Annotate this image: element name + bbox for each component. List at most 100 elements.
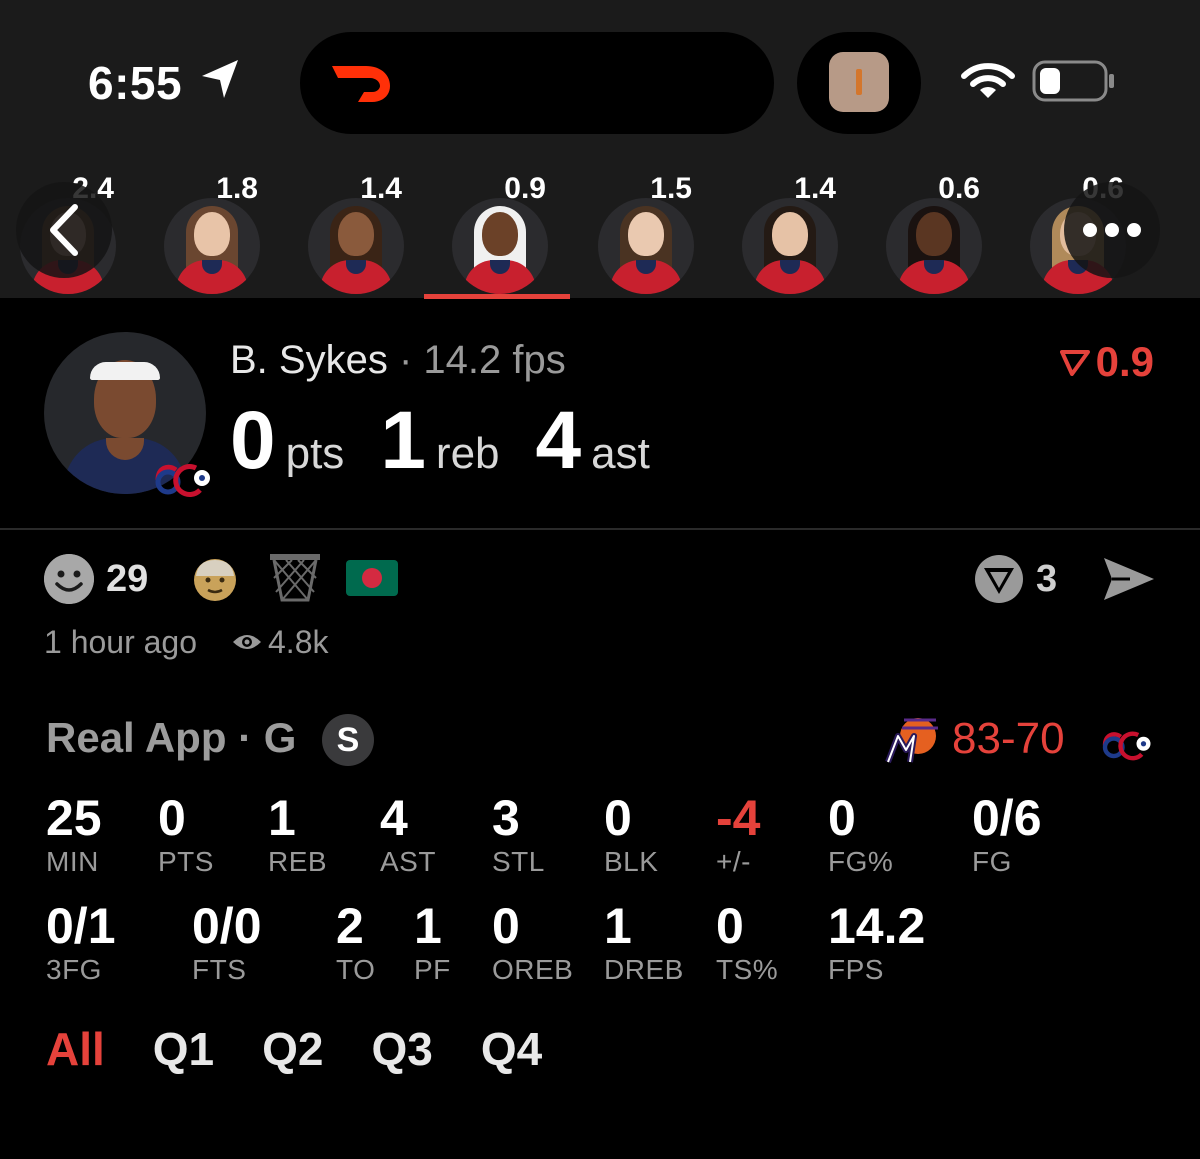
status-time: 6:55: [88, 57, 183, 109]
carousel-player-avatar: [742, 198, 838, 294]
reaction-count: 29: [106, 558, 149, 600]
dynamic-island[interactable]: [300, 32, 774, 134]
stat-label: AST: [380, 846, 436, 877]
stat-3fg: 0/1 3FG: [46, 898, 116, 986]
stat-: -4 +/-: [716, 790, 760, 878]
carousel-player-3[interactable]: 1.4: [276, 164, 420, 298]
stat-label: PF: [414, 954, 451, 985]
fps-delta-value: 0.9: [1095, 338, 1154, 385]
stat-value: 14.2: [828, 898, 926, 954]
post-time: 1 hour ago: [44, 624, 198, 660]
starter-badge: S: [322, 714, 374, 766]
mercury-logo-icon: [885, 718, 938, 764]
headline-pts-value: 0: [230, 395, 276, 486]
stat-to: 2 TO: [336, 898, 375, 986]
status-bar: 6:55: [0, 0, 1200, 150]
league-label: Real App · G: [46, 714, 297, 761]
stat-label: PTS: [158, 846, 214, 877]
stat-dreb: 1 DREB: [604, 898, 684, 986]
stat-value: 0: [828, 790, 856, 846]
carousel-player-avatar: [308, 198, 404, 294]
stat-value: 0: [604, 790, 632, 846]
carousel-player-6[interactable]: 1.4: [710, 164, 854, 298]
stat-value: 4: [380, 790, 408, 846]
stat-fts: 0/0 FTS: [192, 898, 262, 986]
tab-all[interactable]: All: [46, 1022, 105, 1082]
stat-label: DREB: [604, 954, 684, 985]
stat-fg: 0 FG%: [828, 790, 893, 878]
tab-q1[interactable]: Q1: [153, 1022, 214, 1082]
tab-q3[interactable]: Q3: [372, 1022, 433, 1082]
tab-q2[interactable]: Q2: [262, 1022, 323, 1082]
player-carousel: 2.41.81.40.91.51.40.60.6: [0, 150, 1200, 299]
carousel-player-avatar: [886, 198, 982, 294]
stat-pf: 1 PF: [414, 898, 451, 986]
old-man-emoji-icon[interactable]: [190, 552, 240, 606]
stat-label: FPS: [828, 954, 884, 985]
headline-reb-value: 1: [380, 395, 426, 486]
tab-q4[interactable]: Q4: [481, 1022, 542, 1082]
player-name-line: B. Sykes · 14.2 fps: [230, 338, 566, 383]
player-card[interactable]: B. Sykes · 14.2 fps 0.9 0 pts 1 reb 4 as…: [0, 298, 1200, 530]
stat-value: 0: [716, 898, 744, 954]
carousel-player-5[interactable]: 1.5: [566, 164, 710, 298]
eye-icon: [233, 635, 261, 649]
stat-label: REB: [268, 846, 328, 877]
mystics-logo-icon: [1102, 731, 1151, 761]
player-name: B. Sykes: [230, 338, 388, 382]
headline-reb-unit: reb: [435, 429, 500, 478]
stat-label: FG: [972, 846, 1012, 877]
carousel-player-avatar: [452, 198, 548, 294]
battery-icon: [1032, 60, 1114, 102]
stat-label: TS%: [716, 954, 779, 985]
stat-value: 0/6: [972, 790, 1042, 846]
stat-value: 0: [492, 898, 520, 954]
carousel-player-avatar: [598, 198, 694, 294]
stat-label: TO: [336, 954, 376, 985]
stat-value: 3: [492, 790, 520, 846]
game-header: Real App · G S 83-70: [0, 710, 1200, 770]
stat-value: 25: [46, 790, 102, 846]
bangladesh-flag-icon[interactable]: [346, 560, 398, 596]
stat-label: 3FG: [46, 954, 102, 985]
view-count: 4.8k: [268, 624, 329, 660]
headline-stats: 0 pts 1 reb 4 ast: [230, 394, 686, 488]
basketball-net-icon[interactable]: [268, 552, 322, 604]
vote-icon[interactable]: [972, 554, 1026, 604]
down-delta-icon: [1059, 350, 1090, 376]
stat-label: FTS: [192, 954, 247, 985]
more-options-button[interactable]: [1064, 182, 1160, 278]
headline-ast-unit: ast: [591, 429, 650, 478]
stat-stl: 3 STL: [492, 790, 545, 878]
stat-value: -4: [716, 790, 761, 846]
live-activity[interactable]: [797, 32, 921, 134]
stat-label: MIN: [46, 846, 99, 877]
stat-label: OREB: [492, 954, 574, 985]
carousel-player-2[interactable]: 1.8: [132, 164, 276, 298]
carousel-player-7[interactable]: 0.6: [854, 164, 998, 298]
stat-value: 0/1: [46, 898, 116, 954]
carousel-player-4[interactable]: 0.9: [420, 164, 564, 298]
carousel-player-avatar: [164, 198, 260, 294]
headline-pts-unit: pts: [285, 429, 345, 478]
stat-fg: 0/6 FG: [972, 790, 1042, 878]
stat-label: +/-: [716, 846, 751, 877]
player-fps: · 14.2 fps: [398, 338, 566, 382]
fps-delta: 0.9: [1059, 338, 1154, 386]
wifi-icon: [961, 63, 1015, 98]
vote-count: 3: [1036, 558, 1058, 600]
stat-oreb: 0 OREB: [492, 898, 573, 986]
doordash-logo-icon: [332, 66, 390, 102]
chevron-left-icon: [50, 204, 78, 256]
stat-pts: 0 PTS: [158, 790, 214, 878]
box-score-grid: 25 MIN 0 PTS 1 REB 4 AST 3 STL 0 BLK -4 +/- 0 FG% 0/6 FG 0…: [0, 790, 1200, 1010]
smiley-reaction-icon[interactable]: [44, 554, 94, 604]
stat-fps: 14.2 FPS: [828, 898, 925, 986]
mystics-logo-icon: [155, 464, 210, 497]
back-button[interactable]: [16, 182, 112, 278]
stat-value: 1: [414, 898, 442, 954]
send-icon[interactable]: [1100, 554, 1158, 604]
location-arrow-icon: [202, 60, 238, 98]
social-row: 29 3 1 hour ago 4.8k: [0, 540, 1200, 680]
stat-ts: 0 TS%: [716, 898, 778, 986]
